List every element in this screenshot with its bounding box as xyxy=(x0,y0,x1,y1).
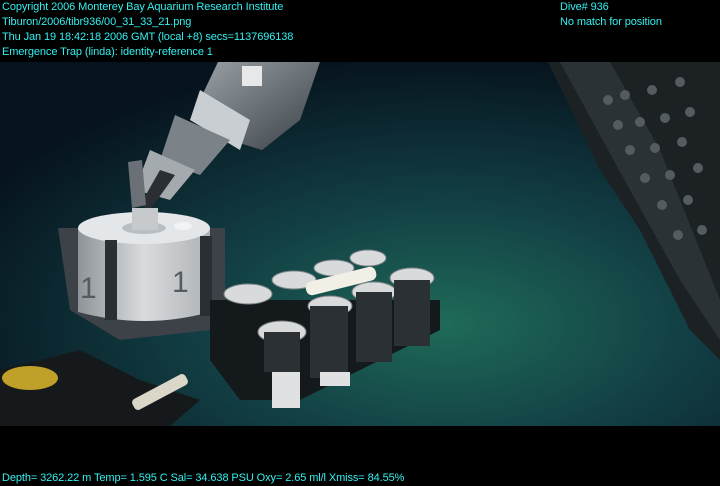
position-status-text: No match for position xyxy=(560,16,662,28)
underwater-scene: 1 1 xyxy=(0,0,720,486)
overlay-header-left: Copyright 2006 Monterey Bay Aquarium Res… xyxy=(2,0,293,60)
telemetry-text: Depth= 3262.22 m Temp= 1.595 C Sal= 34.6… xyxy=(2,472,405,484)
overlay-telemetry: Depth= 3262.22 m Temp= 1.595 C Sal= 34.6… xyxy=(2,471,404,486)
trap-label-left: 1 xyxy=(80,272,97,305)
file-path-text: Tiburon/2006/tibr936/00_31_33_21.png xyxy=(2,16,192,28)
timestamp-text: Thu Jan 19 18:42:18 2006 GMT (local +8) … xyxy=(2,31,294,43)
copyright-text: Copyright 2006 Monterey Bay Aquarium Res… xyxy=(2,1,284,13)
trap-label-right: 1 xyxy=(172,266,189,299)
video-frame: 1 1 Copyright 2006 Monterey Bay Aquarium… xyxy=(0,0,720,486)
dive-number-text: Dive# 936 xyxy=(560,1,609,13)
annotation-text: Emergence Trap (linda): identity-referen… xyxy=(2,46,213,58)
overlay-header-right: Dive# 936 No match for position xyxy=(560,0,662,30)
